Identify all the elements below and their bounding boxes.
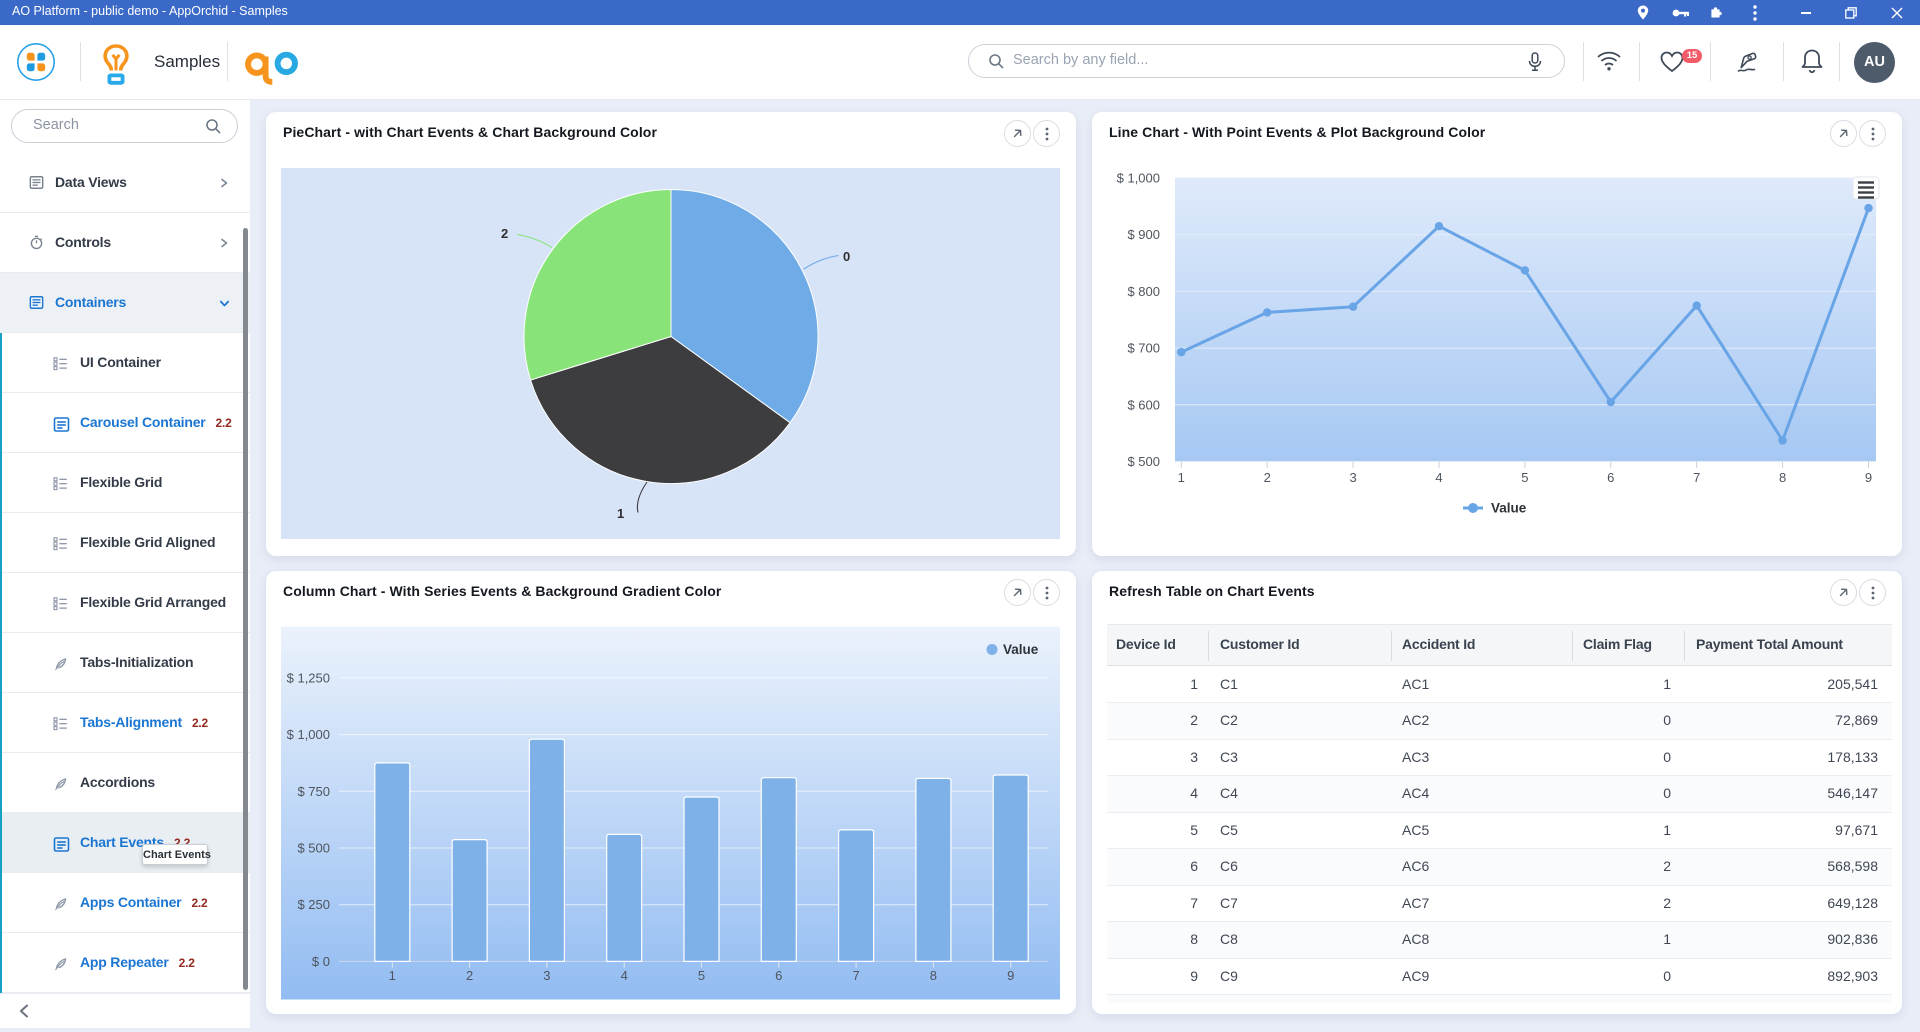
svg-text:$ 500: $ 500: [297, 841, 330, 856]
svg-text:3: 3: [543, 968, 550, 983]
svg-text:7: 7: [1693, 470, 1700, 485]
svg-text:2: 2: [466, 968, 473, 983]
svg-text:$ 700: $ 700: [1127, 341, 1160, 356]
svg-text:$ 500: $ 500: [1127, 454, 1160, 469]
svg-text:$ 1,000: $ 1,000: [1117, 171, 1160, 186]
svg-text:3: 3: [1349, 470, 1356, 485]
svg-text:6: 6: [775, 968, 782, 983]
svg-text:$ 750: $ 750: [297, 784, 330, 799]
svg-text:8: 8: [930, 968, 937, 983]
svg-text:9: 9: [1865, 470, 1872, 485]
svg-text:$ 600: $ 600: [1127, 397, 1160, 412]
svg-text:$ 250: $ 250: [297, 897, 330, 912]
svg-text:8: 8: [1779, 470, 1786, 485]
svg-text:1: 1: [617, 506, 624, 521]
svg-text:Value: Value: [1003, 642, 1039, 657]
svg-text:$ 800: $ 800: [1127, 284, 1160, 299]
svg-text:$ 0: $ 0: [312, 954, 330, 969]
svg-text:2: 2: [1264, 470, 1271, 485]
svg-text:$ 1,250: $ 1,250: [287, 670, 330, 685]
svg-text:5: 5: [698, 968, 705, 983]
svg-text:$ 1,000: $ 1,000: [287, 727, 330, 742]
svg-text:4: 4: [621, 968, 628, 983]
svg-text:4: 4: [1435, 470, 1442, 485]
svg-text:2: 2: [501, 226, 508, 241]
svg-text:Value: Value: [1491, 501, 1527, 516]
svg-text:6: 6: [1607, 470, 1614, 485]
svg-text:0: 0: [843, 249, 850, 264]
svg-text:5: 5: [1521, 470, 1528, 485]
svg-text:1: 1: [389, 968, 396, 983]
svg-text:$ 900: $ 900: [1127, 227, 1160, 242]
svg-text:7: 7: [852, 968, 859, 983]
svg-text:1: 1: [1178, 470, 1185, 485]
svg-text:9: 9: [1007, 968, 1014, 983]
